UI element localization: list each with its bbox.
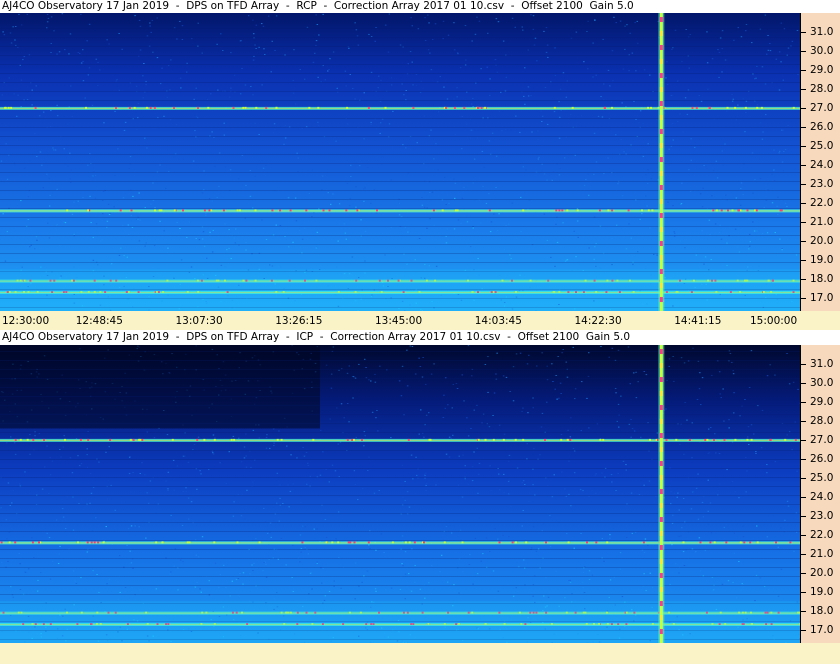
time-axis: 12:30:00 12:48:45 13:07:30 13:26:15 13:45:00…: [0, 311, 840, 330]
interference-band: [0, 438, 800, 442]
frequency-tick: [801, 202, 806, 204]
frequency-tick-label: 19.0: [810, 253, 834, 266]
frequency-tick: [801, 278, 806, 280]
frequency-tick-label: 19.0: [810, 585, 834, 598]
low-frequency-haze: [0, 601, 800, 643]
frequency-tick-label: 23.0: [810, 509, 834, 522]
frequency-tick: [801, 477, 806, 479]
frequency-tick: [801, 50, 806, 52]
frequency-tick: [801, 515, 806, 517]
icp-spectrogram-plot: [0, 345, 800, 643]
time-tick-label: 14:03:45: [474, 315, 522, 327]
time-tick-label: 13:45:00: [375, 315, 423, 327]
frequency-tick: [801, 31, 806, 33]
time-tick-label: 15:00:00: [750, 315, 798, 327]
frequency-tick: [801, 439, 806, 441]
frequency-tick-label: 18.0: [810, 604, 834, 617]
low-frequency-haze: [0, 269, 800, 311]
frequency-tick-label: 21.0: [810, 547, 834, 560]
frequency-tick-label: 20.0: [810, 234, 834, 247]
frequency-tick-label: 31.0: [810, 357, 834, 370]
frequency-tick: [801, 145, 806, 147]
rcp-chart-title: AJ4CO Observatory 17 Jan 2019 - DPS on T…: [2, 0, 634, 12]
dark-region: [0, 345, 320, 429]
frequency-tick: [801, 610, 806, 612]
frequency-tick: [801, 69, 806, 71]
frequency-tick-label: 26.0: [810, 120, 834, 133]
frequency-tick-label: 29.0: [810, 63, 834, 76]
icp-frequency-axis: 31.0 30.0 29.0 28.0 27.0 26.0 25.0 24.0 23.0 22.0…: [800, 345, 840, 643]
frequency-tick: [801, 458, 806, 460]
time-tick-label: 14:22:30: [574, 315, 622, 327]
icp-spectrogram-svg: [0, 345, 800, 643]
frequency-tick-label: 29.0: [810, 395, 834, 408]
frequency-tick: [801, 297, 806, 299]
frequency-tick-label: 27.0: [810, 433, 834, 446]
frequency-tick-label: 22.0: [810, 528, 834, 541]
frequency-tick-label: 28.0: [810, 82, 834, 95]
icp-chart-title: AJ4CO Observatory 17 Jan 2019 - DPS on T…: [2, 331, 631, 343]
frequency-tick-label: 23.0: [810, 177, 834, 190]
frequency-tick-label: 24.0: [810, 158, 834, 171]
time-tick-label: 13:07:30: [175, 315, 223, 327]
frequency-tick: [801, 240, 806, 242]
frequency-tick: [801, 126, 806, 128]
time-tick-label: 12:48:45: [75, 315, 123, 327]
frequency-tick: [801, 164, 806, 166]
frequency-tick: [801, 591, 806, 593]
frequency-tick: [801, 259, 806, 261]
frequency-tick: [801, 183, 806, 185]
frequency-tick-label: 20.0: [810, 566, 834, 579]
time-tick-label: 13:26:15: [275, 315, 323, 327]
frequency-tick-label: 30.0: [810, 44, 834, 57]
frequency-tick-label: 17.0: [810, 291, 834, 304]
rcp-frequency-axis: 31.0 30.0 29.0 28.0 27.0 26.0 25.0 24.0 23.0 22.0…: [800, 13, 840, 311]
vertical-burst: [658, 13, 665, 311]
frequency-tick-label: 22.0: [810, 196, 834, 209]
frequency-tick: [801, 629, 806, 631]
frequency-tick: [801, 534, 806, 536]
frequency-tick-label: 27.0: [810, 101, 834, 114]
interference-band: [0, 541, 800, 545]
time-tick-label: 12:30:00: [2, 315, 50, 327]
frequency-tick-label: 30.0: [810, 376, 834, 389]
bottom-time-axis-strip: [0, 643, 840, 664]
vertical-burst: [658, 345, 665, 643]
time-tick-label: 14:41:15: [674, 315, 722, 327]
frequency-tick-label: 28.0: [810, 414, 834, 427]
frequency-tick-label: 31.0: [810, 25, 834, 38]
frequency-tick-label: 18.0: [810, 272, 834, 285]
frequency-tick: [801, 496, 806, 498]
interference-band: [0, 106, 800, 110]
frequency-tick-label: 26.0: [810, 452, 834, 465]
frequency-tick: [801, 88, 806, 90]
frequency-tick: [801, 221, 806, 223]
interference-band: [0, 209, 800, 213]
rcp-spectrogram-plot: [0, 13, 800, 311]
frequency-tick: [801, 553, 806, 555]
frequency-tick-label: 24.0: [810, 490, 834, 503]
frequency-tick: [801, 420, 806, 422]
frequency-tick-label: 21.0: [810, 215, 834, 228]
frequency-tick: [801, 107, 806, 109]
frequency-tick-label: 25.0: [810, 471, 834, 484]
frequency-tick-label: 25.0: [810, 139, 834, 152]
rcp-spectrogram-svg: [0, 13, 800, 311]
spectrogram-background: [0, 13, 800, 311]
frequency-tick: [801, 363, 806, 365]
frequency-tick: [801, 382, 806, 384]
frequency-tick: [801, 401, 806, 403]
frequency-tick-label: 17.0: [810, 623, 834, 636]
frequency-tick: [801, 572, 806, 574]
